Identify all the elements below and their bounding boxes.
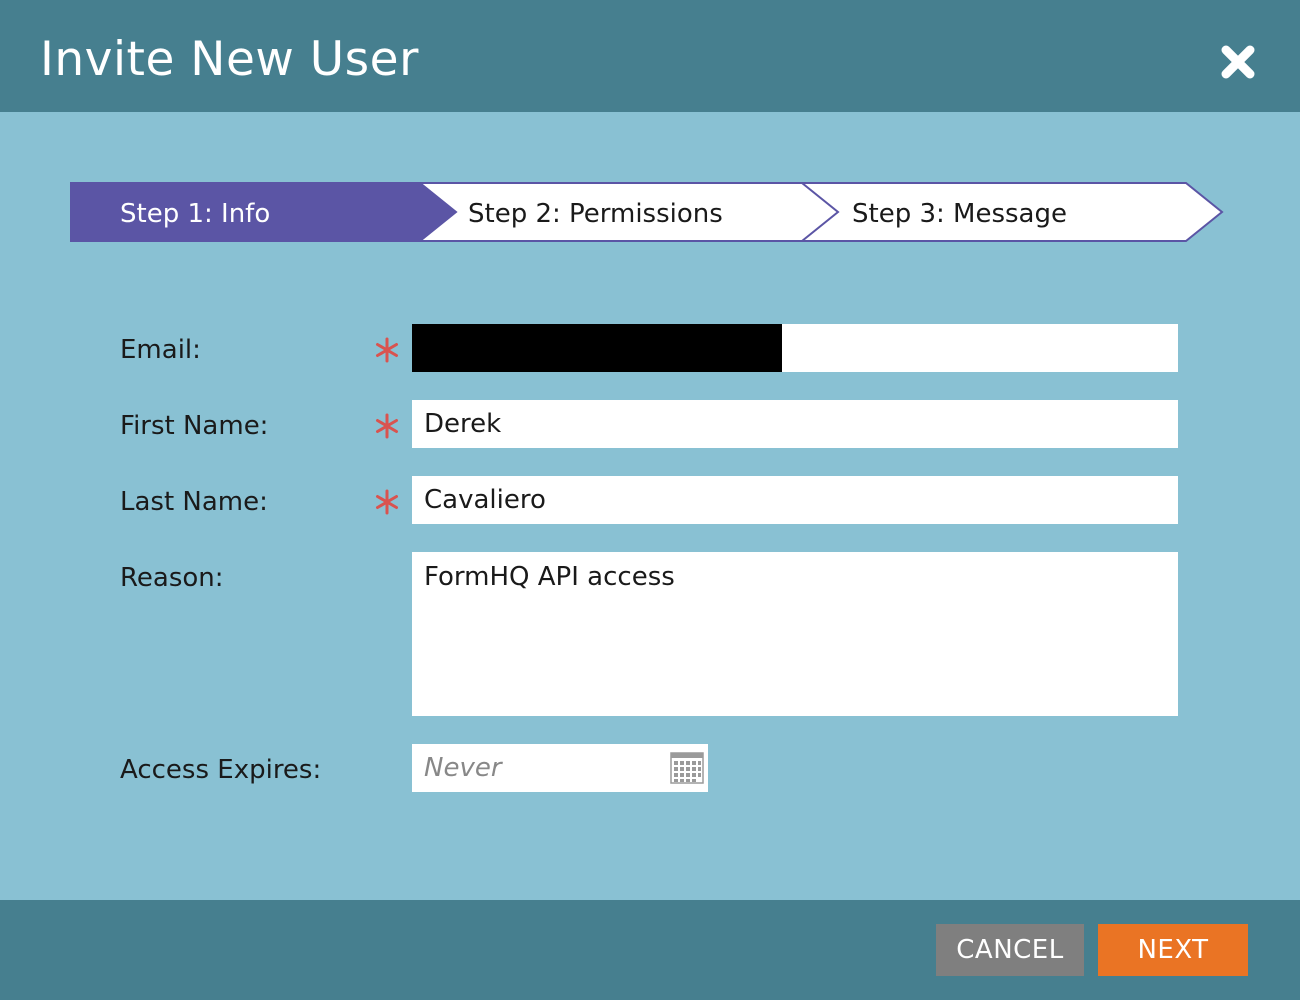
wizard-step-2[interactable] (456, 182, 836, 242)
reason-label: Reason: (120, 563, 224, 593)
first-name-input[interactable] (412, 400, 1178, 448)
close-icon (1221, 45, 1255, 79)
calendar-icon[interactable] (670, 752, 704, 784)
wizard-step-1[interactable] (70, 182, 456, 242)
required-asterisk-icon (374, 489, 400, 515)
access-expires-label: Access Expires: (120, 755, 322, 785)
wizard-step-3[interactable] (838, 182, 1222, 242)
email-label: Email: (120, 335, 201, 365)
next-button[interactable]: NEXT (1098, 924, 1248, 976)
last-name-label: Last Name: (120, 487, 268, 517)
reason-textarea[interactable]: FormHQ API access (412, 552, 1178, 716)
access-expires-input[interactable] (412, 744, 662, 792)
email-redaction (412, 324, 782, 372)
close-button[interactable] (1214, 38, 1262, 86)
cancel-button[interactable]: CANCEL (936, 924, 1084, 976)
access-expires-field (412, 744, 708, 792)
last-name-input[interactable] (412, 476, 1178, 524)
dialog-title: Invite New User (40, 32, 419, 87)
first-name-label: First Name: (120, 411, 269, 441)
required-asterisk-icon (374, 413, 400, 439)
dialog-header: Invite New User (0, 0, 1300, 112)
required-asterisk-icon (374, 337, 400, 363)
